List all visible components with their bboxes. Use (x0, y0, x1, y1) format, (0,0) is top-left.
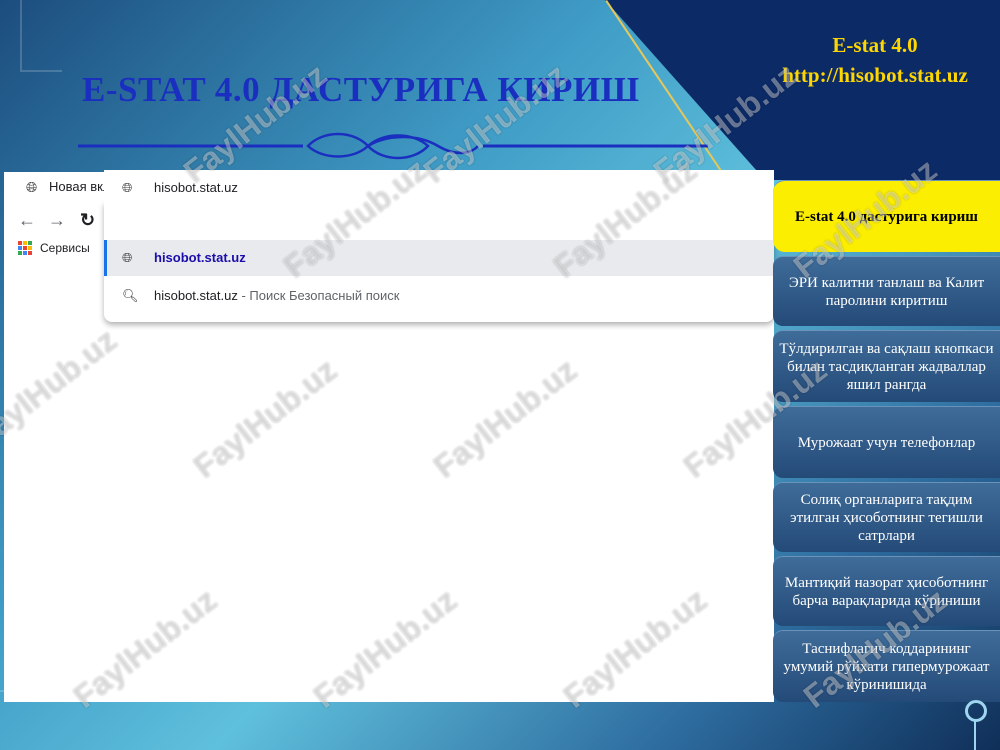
menu-item-saved-tables[interactable]: Тўлдирилган ва сақлаш кнопкаси билан тас… (773, 330, 1000, 402)
selection-indicator (104, 240, 107, 276)
menu-item-estat-login[interactable]: E-stat 4.0 дастурига кириш (773, 180, 1000, 252)
knob-stem-decoration (974, 721, 976, 750)
forward-icon[interactable]: → (48, 210, 66, 231)
globe-icon: 🌐︎ (122, 180, 133, 195)
app-info: E-stat 4.0 http://hisobot.stat.uz (750, 30, 1000, 90)
corner-panel (760, 0, 1000, 180)
suggestion-suffix: - Поиск Безопасный поиск (237, 288, 400, 303)
globe-icon: 🌐︎ (26, 179, 38, 195)
menu-item-classifier-codes[interactable]: Таснифлагич коддарининг умумий рўйхати г… (773, 630, 1000, 702)
menu-item-tax-rows[interactable]: Солиқ органларига тақдим этилган ҳисобот… (773, 482, 1000, 552)
menu-item-logic-control[interactable]: Мантиқий назорат ҳисоботнинг барча варақ… (773, 556, 1000, 626)
title-flourish (78, 132, 708, 160)
menu-item-phones[interactable]: Мурожаат учун телефонлар (773, 406, 1000, 478)
suggestion-item[interactable]: 🌐︎ hisobot.stat.uz (104, 240, 774, 276)
search-icon: 🔍︎ (122, 288, 139, 303)
address-input[interactable]: hisobot.stat.uz (154, 180, 238, 195)
app-url: http://hisobot.stat.uz (782, 63, 968, 87)
omnibox-dropdown: 🌐︎ hisobot.stat.uz 🌐︎ hisobot.stat.uz 🔍︎… (104, 170, 774, 322)
address-bar[interactable]: 🌐︎ hisobot.stat.uz (104, 170, 774, 206)
browser-window: 🌐︎ Новая вкладка ✕ + ← → ↻ Сервисы 🌐︎ hi… (4, 170, 774, 702)
back-icon[interactable]: ← (18, 210, 36, 231)
app-name: E-stat 4.0 (832, 33, 918, 57)
globe-icon: 🌐︎ (122, 250, 133, 265)
knob-decoration (965, 700, 987, 722)
suggestion-item[interactable]: 🔍︎ hisobot.stat.uz - Поиск Безопасный по… (104, 278, 774, 314)
suggestion-text: hisobot.stat.uz - Поиск Безопасный поиск (154, 288, 399, 303)
bookmark-services[interactable]: Сервисы (40, 241, 90, 255)
reload-icon[interactable]: ↻ (80, 210, 95, 231)
suggestion-text: hisobot.stat.uz (154, 250, 246, 265)
apps-grid-icon[interactable] (18, 241, 32, 255)
menu-item-key-password[interactable]: ЭРИ калитни танлаш ва Калит паролини кир… (773, 256, 1000, 326)
suggestion-query: hisobot.stat.uz (154, 288, 238, 303)
circuit-decoration (20, 0, 62, 72)
page-title: E-STAT 4.0 ДАСТУРИГА КИРИШ (82, 70, 640, 109)
